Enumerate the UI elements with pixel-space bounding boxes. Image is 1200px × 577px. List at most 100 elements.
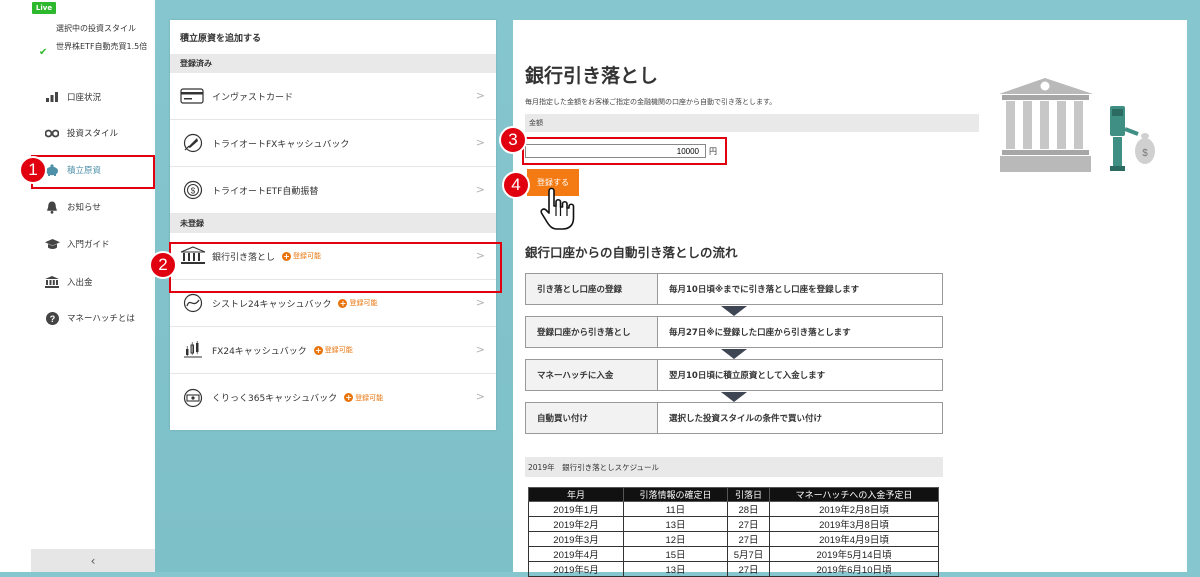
bank-debit-detail: 銀行引き落とし 毎月指定した金額をお客様ご指定の金融機関の口座から自動で引き落と… [513, 20, 1187, 577]
investment-style-value[interactable]: 世界株ETF自動売買1.5倍 [56, 41, 151, 53]
sidebar: Live 選択中の投資スタイル ✔ 世界株ETF自動売買1.5倍 口座状況 投資… [0, 0, 155, 572]
svg-text:?: ? [49, 314, 55, 324]
unregistered-section-header: 未登録 [170, 214, 496, 233]
table-cell: 12日 [623, 531, 728, 547]
table-cell: 2019年4月9日頃 [769, 531, 939, 547]
highlight-box-funding-nav [31, 155, 155, 189]
bank-illustration: $ [999, 74, 1160, 178]
column-header: マネーハッチへの入金予定日 [769, 487, 939, 502]
registered-section-header: 登録済み [170, 54, 496, 73]
table-row: 2019年5月 13日 27日 2019年6月10日頃 [528, 561, 939, 577]
sidebar-item-account-status[interactable]: 口座状況 [44, 87, 152, 107]
source-name: トライオートFXキャッシュバック [212, 139, 350, 150]
page-description: 毎月指定した金額をお客様ご指定の金融機関の口座から自動で引き落とします。 [525, 98, 777, 106]
flow-down-arrow-icon [721, 306, 747, 316]
source-row-triauto-etf-transfer[interactable]: $ トライオートETF自動振替 > [170, 167, 496, 214]
binoculars-icon [44, 129, 60, 138]
table-cell: 13日 [623, 516, 728, 532]
bell-icon [44, 201, 60, 214]
page-scrollbar[interactable] [1187, 0, 1200, 572]
table-cell: 15日 [623, 546, 728, 562]
source-row-fx24-cashback[interactable]: FX24キャッシュバック + 登録可能 > [170, 327, 496, 374]
chevron-right-icon: > [475, 296, 485, 309]
source-name: トライオートETF自動振替 [212, 186, 319, 197]
investment-style-caption: 選択中の投資スタイル [56, 24, 136, 33]
plus-circle-icon: + [313, 345, 323, 355]
plus-circle-icon: + [344, 393, 354, 402]
flow-step-desc: 毎月27日※に登録した口座から引き落とします [669, 328, 851, 338]
table-cell: 11日 [623, 501, 728, 517]
flow-step: 引き落とし口座の登録 毎月10日頃※までに引き落とし口座を登録します [525, 273, 943, 305]
chevron-right-icon: > [475, 136, 485, 149]
credit-card-icon [180, 86, 206, 106]
candlestick-coin-icon [180, 340, 206, 360]
flow-step-name: 引き落とし口座の登録 [526, 274, 658, 304]
dollar-coin-icon: $ [180, 180, 206, 200]
funding-sources-panel: 積立原資を追加する 登録済み インヴァストカード > トライオートFXキャッシュ… [170, 20, 496, 430]
source-name: シストレ24キャッシュバック [212, 299, 332, 310]
table-cell: 27日 [727, 531, 770, 547]
source-name: インヴァストカード [212, 92, 294, 103]
table-cell: 2019年5月14日頃 [769, 546, 939, 562]
collapse-sidebar-button[interactable]: ‹ [31, 549, 155, 572]
flow-step-name: 自動買い付け [526, 403, 658, 433]
sidebar-item-about[interactable]: ? マネーハッチとは [44, 308, 152, 328]
chevron-left-icon: ‹ [90, 553, 96, 568]
sidebar-item-investment-style[interactable]: 投資スタイル [44, 123, 152, 143]
flow-step-desc: 翌月10日頃に積立原資として入金します [669, 371, 826, 381]
table-cell: 28日 [727, 501, 770, 517]
chevron-right-icon: > [475, 390, 485, 403]
highlight-box-amount [522, 137, 727, 165]
table-cell: 2019年5月 [528, 561, 624, 577]
sidebar-item-guide[interactable]: 入門ガイド [44, 234, 152, 254]
table-cell: 27日 [727, 561, 770, 577]
source-row-click365-cashback[interactable]: くりっく365キャッシュバック + 登録可能 > [170, 374, 496, 421]
column-header: 引落日 [727, 487, 770, 502]
highlight-box-bank-debit [169, 242, 502, 293]
table-cell: 2019年2月8日頃 [769, 501, 939, 517]
table-cell: 2019年3月 [528, 531, 624, 547]
flow-step-name: マネーハッチに入金 [526, 360, 658, 390]
step-marker-3: 3 [499, 126, 527, 154]
bank-icon [44, 276, 60, 288]
source-row-invast-card[interactable]: インヴァストカード > [170, 73, 496, 120]
flow-step-desc: 毎月10日頃※までに引き落とし口座を登録します [669, 285, 860, 295]
available-badge: + 登録可能 [313, 345, 353, 355]
page-title: 銀行引き落とし [525, 65, 659, 87]
column-header: 年月 [528, 487, 624, 502]
question-circle-icon: ? [44, 311, 60, 325]
chart-coin-icon [180, 293, 206, 313]
source-row-triauto-fx-cashback[interactable]: トライオートFXキャッシュバック > [170, 120, 496, 167]
graduation-cap-icon [44, 238, 60, 250]
flow-step: 登録口座から引き落とし 毎月27日※に登録した口座から引き落とします [525, 316, 943, 348]
chevron-right-icon: > [475, 183, 485, 196]
table-cell: 13日 [623, 561, 728, 577]
column-header: 引落情報の確定日 [623, 487, 728, 502]
step-marker-1: 1 [19, 156, 47, 184]
table-row: 2019年2月 13日 27日 2019年3月8日頃 [528, 516, 939, 532]
live-badge: Live [32, 2, 56, 14]
chevron-right-icon: > [475, 343, 485, 356]
table-cell: 2019年2月 [528, 516, 624, 532]
table-header-row: 年月 引落情報の確定日 引落日 マネーハッチへの入金予定日 [528, 487, 939, 502]
rocket-coin-icon [180, 133, 206, 153]
check-icon: ✔ [39, 47, 48, 58]
sidebar-item-label: 入門ガイド [67, 240, 110, 250]
available-badge: + 登録可能 [344, 393, 384, 402]
table-row: 2019年1月 11日 28日 2019年2月8日頃 [528, 501, 939, 517]
sidebar-item-deposit-withdrawal[interactable]: 入出金 [44, 272, 152, 292]
available-badge: + 登録可能 [338, 298, 378, 308]
sidebar-item-label: お知らせ [67, 203, 101, 213]
source-name: FX24キャッシュバック [212, 346, 307, 357]
schedule-title: 2019年 銀行引き落としスケジュール [525, 457, 943, 477]
table-cell: 2019年3月8日頃 [769, 516, 939, 532]
flow-title: 銀行口座からの自動引き落としの流れ [525, 245, 738, 260]
sidebar-item-notifications[interactable]: お知らせ [44, 197, 152, 217]
amount-label: 金額 [525, 114, 979, 132]
table-cell: 2019年1月 [528, 501, 624, 517]
table-cell: 5月7日 [727, 546, 770, 562]
flow-step-desc: 選択した投資スタイルの条件で買い付け [669, 414, 823, 424]
table-cell: 27日 [727, 516, 770, 532]
step-marker-4: 4 [502, 171, 530, 199]
flow-step-name: 登録口座から引き落とし [526, 317, 658, 347]
